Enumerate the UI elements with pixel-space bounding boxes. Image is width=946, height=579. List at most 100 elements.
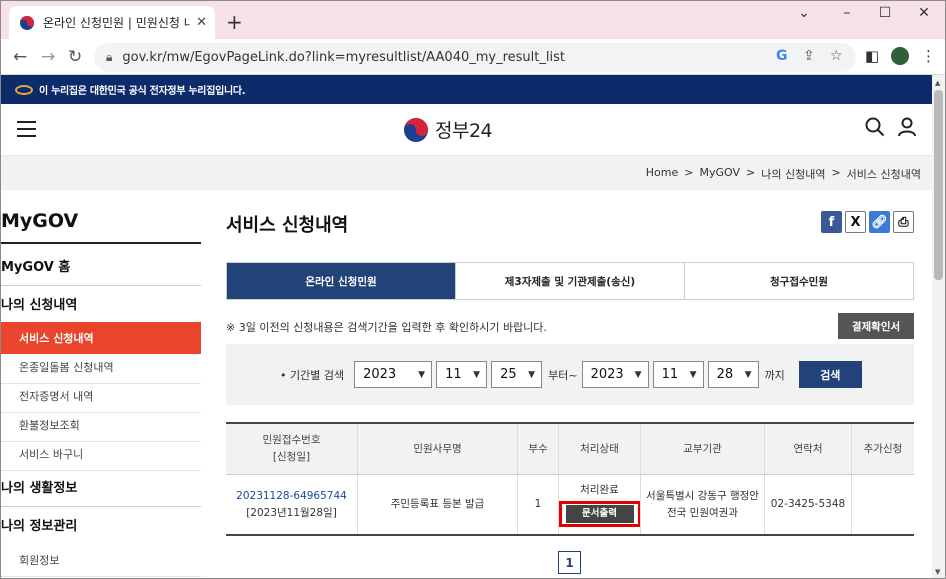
user-icon[interactable] xyxy=(897,117,917,142)
page-1-button[interactable]: 1 xyxy=(558,551,581,574)
browser-tab[interactable]: 온라인 신청민원 | 민원신청 내역 ✕ xyxy=(9,6,215,39)
link-copy-icon[interactable]: 🔗︎ xyxy=(869,211,890,233)
breadcrumb-bar: Home > MyGOV > 나의 신청내역 > 서비스 신청내역 xyxy=(1,156,933,190)
search-notice: ※ 3일 이전의 신청내용은 검색기간을 입력한 후 확인하시기 바랍니다. xyxy=(226,321,547,334)
header-receipt-no-line2: [신청일] xyxy=(272,451,311,463)
minimize-icon[interactable]: – xyxy=(835,5,859,21)
tab-strip: 온라인 신청민원 | 민원신청 내역 ✕ + ⌄ – ☐ ✕ xyxy=(1,1,945,39)
header-extra: 추가신청 xyxy=(851,424,914,474)
print-document-button[interactable]: 문서출력 xyxy=(565,504,634,523)
table-row: 20231128-64965744 [2023년11월28일] 주민등록표 등본… xyxy=(226,475,914,534)
url-text: gov.kr/mw/EgovPageLink.do?link=myresultl… xyxy=(122,50,565,65)
to-year-select[interactable]: 2023 ▼ xyxy=(581,361,649,388)
header-count: 부수 xyxy=(517,424,558,474)
chevron-down-icon: ▼ xyxy=(689,369,697,380)
gov-banner-text: 이 누리집은 대한민국 공식 전자정부 누리집입니다. xyxy=(39,86,246,97)
application-tabs: 온라인 신청민원 제3자제출 및 기관제출(송신) 청구접수민원 xyxy=(226,262,914,300)
gov-banner: 이 누리집은 대한민국 공식 전자정부 누리집입니다. xyxy=(1,75,933,104)
header-contact: 연락처 xyxy=(764,424,851,474)
to-day-select[interactable]: 28 ▼ xyxy=(707,361,759,388)
receipt-no-link[interactable]: 20231128-64965744 xyxy=(236,488,347,505)
sidebar-divider xyxy=(1,242,201,244)
scrollbar-thumb[interactable] xyxy=(934,90,943,280)
sidebar-sub-service-history[interactable]: 서비스 신청내역 xyxy=(1,322,201,354)
breadcrumb-service-history[interactable]: 서비스 신청내역 xyxy=(847,166,921,182)
from-text: 부터~ xyxy=(548,368,578,382)
from-day-value: 25 xyxy=(500,367,517,382)
chevron-down-icon: ▼ xyxy=(634,369,642,380)
search-icon[interactable] xyxy=(865,117,885,142)
header-receipt-no-line1: 민원접수번호 xyxy=(262,434,321,447)
scroll-up-icon[interactable]: ▲ xyxy=(935,79,940,87)
facebook-icon[interactable]: f xyxy=(821,211,842,233)
from-year-value: 2023 xyxy=(363,367,397,382)
more-menu-icon[interactable]: ⋮ xyxy=(921,47,936,65)
side-panel-icon[interactable]: ◧ xyxy=(865,47,879,65)
breadcrumb-home[interactable]: Home xyxy=(646,166,678,182)
print-document-highlight: 문서출력 xyxy=(558,500,641,527)
sidebar-sub-member-info[interactable]: 회원정보 xyxy=(1,544,201,577)
taegeuk-logo-icon xyxy=(404,117,428,142)
search-button[interactable]: 검색 xyxy=(798,361,862,388)
scroll-down-icon[interactable]: ▼ xyxy=(935,568,940,576)
cell-receipt-no: 20231128-64965744 [2023년11월28일] xyxy=(226,475,357,534)
chevron-down-icon: ▼ xyxy=(418,369,426,380)
agency-line2: 전국 민원여권과 xyxy=(667,506,738,519)
to-month-select[interactable]: 11 ▼ xyxy=(652,361,704,388)
tab-third-party-submission[interactable]: 제3자제출 및 기관제출(송신) xyxy=(455,263,684,299)
share-buttons: f X 🔗︎ ⎙ xyxy=(821,211,914,233)
window-close-icon[interactable]: ✕ xyxy=(912,5,936,21)
header-status: 처리상태 xyxy=(558,424,640,474)
tab-title: 온라인 신청민원 | 민원신청 내역 xyxy=(43,16,191,30)
chevron-down-icon: ▼ xyxy=(528,369,536,380)
print-icon[interactable]: ⎙ xyxy=(893,211,914,233)
reload-icon[interactable]: ↻ xyxy=(68,47,82,67)
sidebar-title: MyGOV xyxy=(1,210,79,232)
sidebar-item-mygov-home[interactable]: MyGOV 홈 xyxy=(1,246,201,286)
agency-line1: 서울특별시 강동구 행정안 xyxy=(646,489,759,502)
forward-icon[interactable]: → xyxy=(41,47,55,67)
breadcrumb: Home > MyGOV > 나의 신청내역 > 서비스 신청내역 xyxy=(646,166,921,182)
profile-avatar[interactable] xyxy=(891,47,909,65)
vertical-scrollbar[interactable]: ▲ ▼ xyxy=(932,75,945,578)
gov24-logo[interactable]: 정부24 xyxy=(403,116,493,143)
google-translate-icon[interactable]: G xyxy=(776,48,788,64)
sidebar-item-info-manage[interactable]: 나의 정보관리 xyxy=(1,505,201,544)
maximize-icon[interactable]: ☐ xyxy=(873,5,897,21)
breadcrumb-my-applications[interactable]: 나의 신청내역 xyxy=(761,166,825,182)
browser-window: 온라인 신청민원 | 민원신청 내역 ✕ + ⌄ – ☐ ✕ ← → ↻ 🔒︎ … xyxy=(0,0,946,579)
tab-close-icon[interactable]: ✕ xyxy=(196,15,207,30)
bookmark-star-icon[interactable]: ☆ xyxy=(830,48,843,64)
share-icon[interactable]: ⇪ xyxy=(803,48,815,64)
tab-online-applications[interactable]: 온라인 신청민원 xyxy=(227,263,455,299)
plus-icon: + xyxy=(226,10,243,34)
lock-icon[interactable]: 🔒︎ xyxy=(106,50,112,65)
to-day-value: 28 xyxy=(716,367,734,382)
period-search-label: • 기간별 검색 xyxy=(280,368,345,382)
header-issuing-agency: 교부기관 xyxy=(640,424,764,474)
from-day-select[interactable]: 25 ▼ xyxy=(491,361,543,388)
from-month-select[interactable]: 11 ▼ xyxy=(436,361,488,388)
tab-search-icon[interactable]: ⌄ xyxy=(792,5,816,21)
new-tab-button[interactable]: + xyxy=(226,10,243,34)
menu-hamburger-icon[interactable] xyxy=(17,121,36,137)
applications-table: 민원접수번호 [신청일] 민원사무명 부수 처리상태 교부기관 연락처 추가신청… xyxy=(226,422,914,536)
x-twitter-icon[interactable]: X xyxy=(845,211,866,233)
sidebar-item-life-info[interactable]: 나의 생활정보 xyxy=(1,467,201,507)
from-year-select[interactable]: 2023 ▼ xyxy=(354,361,433,388)
breadcrumb-separator: > xyxy=(831,166,841,179)
payment-confirmation-button[interactable]: 결제확인서 xyxy=(838,313,914,339)
breadcrumb-mygov[interactable]: MyGOV xyxy=(699,166,740,182)
to-text: 까지 xyxy=(764,368,785,382)
cell-service-name: 주민등록표 등본 발급 xyxy=(357,475,517,534)
address-bar[interactable]: 🔒︎ gov.kr/mw/EgovPageLink.do?link=myresu… xyxy=(94,43,856,72)
breadcrumb-separator: > xyxy=(746,166,756,179)
status-text: 처리완료 xyxy=(580,484,619,497)
logo-text: 정부24 xyxy=(435,120,493,142)
back-icon[interactable]: ← xyxy=(13,47,27,67)
cell-contact: 02-3425-5348 xyxy=(764,475,851,534)
application-date: [2023년11월28일] xyxy=(246,506,337,519)
tab-claim-applications[interactable]: 청구접수민원 xyxy=(684,263,913,299)
cell-issuing-agency: 서울특별시 강동구 행정안 전국 민원여권과 xyxy=(640,475,764,534)
sidebar-item-my-applications[interactable]: 나의 신청내역 xyxy=(1,284,201,323)
